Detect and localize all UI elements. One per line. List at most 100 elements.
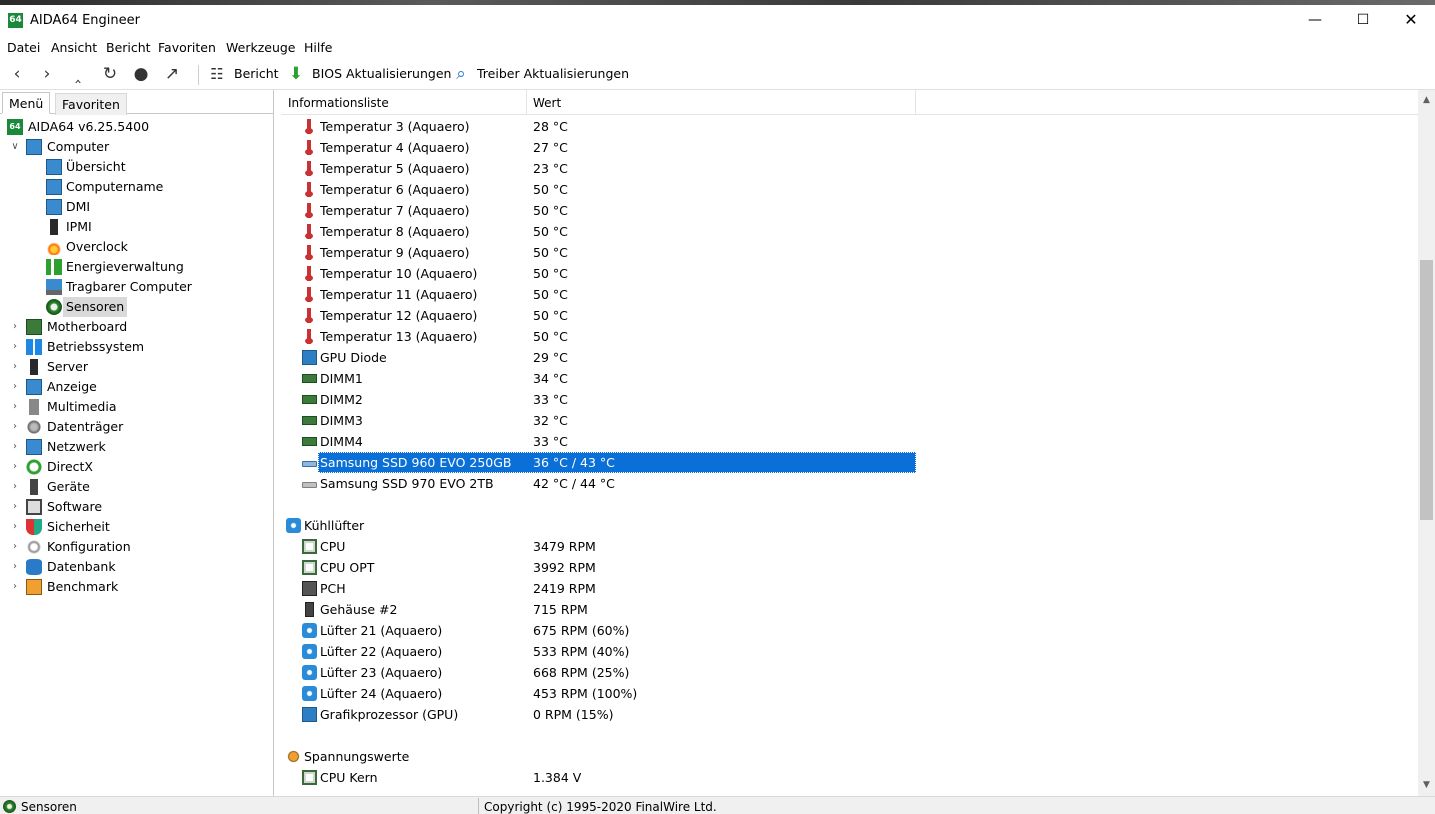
bios-update-button[interactable]: BIOS Aktualisierungen	[312, 66, 451, 81]
list-item[interactable]: Temperatur 9 (Aquaero) 50 °C	[281, 242, 917, 263]
list-item[interactable]: CPU 3479 RPM	[281, 536, 917, 557]
expand-icon[interactable]: ›	[9, 497, 21, 517]
column-header-value[interactable]: Wert	[533, 96, 561, 110]
list-item[interactable]: Temperatur 3 (Aquaero) 28 °C	[281, 116, 917, 137]
column-divider[interactable]	[915, 90, 916, 115]
list-item[interactable]: Temperatur 6 (Aquaero) 50 °C	[281, 179, 917, 200]
list-item[interactable]: DIMM4 33 °C	[281, 431, 917, 452]
tree-item-konfiguration[interactable]: › Konfiguration	[9, 537, 269, 557]
tree-item-benchmark[interactable]: › Benchmark	[9, 577, 269, 597]
tree-item-tragbarer-computer[interactable]: Tragbarer Computer	[46, 277, 266, 297]
menu-werkzeuge[interactable]: Werkzeuge	[226, 40, 296, 55]
download-arrow-icon[interactable]: ⬇	[285, 63, 307, 85]
expand-icon[interactable]: ›	[9, 577, 21, 597]
list-item[interactable]: Temperatur 10 (Aquaero) 50 °C	[281, 263, 917, 284]
expand-icon[interactable]: ›	[9, 477, 21, 497]
up-icon[interactable]: ‸	[67, 63, 89, 85]
menu-hilfe[interactable]: Hilfe	[304, 40, 332, 55]
tree-item-ipmi[interactable]: IPMI	[46, 217, 266, 237]
tree-item-dmi[interactable]: DMI	[46, 197, 266, 217]
menu-bericht[interactable]: Bericht	[106, 40, 151, 55]
list-item[interactable]: DIMM2 33 °C	[281, 389, 917, 410]
list-item[interactable]: Temperatur 12 (Aquaero) 50 °C	[281, 305, 917, 326]
vertical-scrollbar[interactable]: ▲ ▼	[1418, 90, 1435, 796]
driver-update-button[interactable]: Treiber Aktualisierungen	[477, 66, 629, 81]
list-item[interactable]: DIMM3 32 °C	[281, 410, 917, 431]
expand-icon[interactable]: ›	[9, 377, 21, 397]
list-item[interactable]: Lüfter 24 (Aquaero) 453 RPM (100%)	[281, 683, 917, 704]
menu-favoriten[interactable]: Favoriten	[158, 40, 216, 55]
tree-item-multimedia[interactable]: › Multimedia	[9, 397, 269, 417]
scroll-down-icon[interactable]: ▼	[1418, 777, 1435, 794]
tree-item-computer[interactable]: ∨ Computer	[9, 137, 269, 157]
expand-icon[interactable]: ›	[9, 317, 21, 337]
list-item[interactable]: Gehäuse #2 715 RPM	[281, 599, 917, 620]
tree-item-geraete[interactable]: › Geräte	[9, 477, 269, 497]
menu-datei[interactable]: Datei	[7, 40, 40, 55]
group-header-fans[interactable]: Kühllüfter	[281, 515, 917, 536]
maximize-button[interactable]: ☐	[1340, 5, 1386, 35]
back-icon[interactable]: ‹	[6, 63, 28, 85]
tree-item-datenbank[interactable]: › Datenbank	[9, 557, 269, 577]
close-button[interactable]: ✕	[1388, 5, 1434, 35]
column-header-name[interactable]: Informationsliste	[288, 96, 389, 110]
magnifier-icon[interactable]: ⌕	[450, 63, 472, 85]
list-item[interactable]: Lüfter 23 (Aquaero) 668 RPM (25%)	[281, 662, 917, 683]
list-item[interactable]: CPU Kern 1.384 V	[281, 767, 917, 788]
expand-icon[interactable]: ›	[9, 537, 21, 557]
user-icon[interactable]: ●	[130, 63, 152, 85]
list-item[interactable]: PCH 2419 RPM	[281, 578, 917, 599]
expand-icon[interactable]: ›	[9, 337, 21, 357]
list-item-selected[interactable]: Samsung SSD 960 EVO 250GB 36 °C / 43 °C	[281, 452, 917, 473]
group-header-voltages[interactable]: Spannungswerte	[281, 746, 917, 767]
list-item[interactable]: Temperatur 5 (Aquaero) 23 °C	[281, 158, 917, 179]
tree-item-motherboard[interactable]: › Motherboard	[9, 317, 269, 337]
tree-item-betriebssystem[interactable]: › Betriebssystem	[9, 337, 269, 357]
list-item[interactable]: Temperatur 13 (Aquaero) 50 °C	[281, 326, 917, 347]
list-item[interactable]: GPU Diode 29 °C	[281, 347, 917, 368]
list-item[interactable]: Temperatur 7 (Aquaero) 50 °C	[281, 200, 917, 221]
list-item[interactable]: CPU OPT 3992 RPM	[281, 557, 917, 578]
scrollbar-thumb[interactable]	[1420, 260, 1433, 520]
tree-item-server[interactable]: › Server	[9, 357, 269, 377]
tree-item-sensoren[interactable]: Sensoren	[46, 297, 266, 317]
tree-item-sicherheit[interactable]: › Sicherheit	[9, 517, 269, 537]
tab-menu[interactable]: Menü	[2, 92, 51, 114]
report-icon[interactable]: ☷	[206, 63, 228, 85]
tree-item-overclock[interactable]: Overclock	[46, 237, 266, 257]
list-item[interactable]: Temperatur 11 (Aquaero) 50 °C	[281, 284, 917, 305]
chart-icon[interactable]: ↗	[161, 63, 183, 85]
expand-icon[interactable]: ›	[9, 417, 21, 437]
expand-icon[interactable]: ›	[9, 357, 21, 377]
expand-icon[interactable]: ›	[9, 557, 21, 577]
list-item[interactable]: Temperatur 8 (Aquaero) 50 °C	[281, 221, 917, 242]
menu-ansicht[interactable]: Ansicht	[51, 40, 97, 55]
tree-item-uebersicht[interactable]: Übersicht	[46, 157, 266, 177]
tab-favorites[interactable]: Favoriten	[55, 93, 127, 115]
expand-icon[interactable]: ›	[9, 437, 21, 457]
forward-icon[interactable]: ›	[36, 63, 58, 85]
column-divider[interactable]	[526, 90, 527, 115]
tree-root[interactable]: 64 AIDA64 v6.25.5400	[7, 117, 267, 137]
tree-item-computername[interactable]: Computername	[46, 177, 266, 197]
collapse-icon[interactable]: ∨	[9, 137, 21, 157]
tree-item-software[interactable]: › Software	[9, 497, 269, 517]
scroll-up-icon[interactable]: ▲	[1418, 92, 1435, 109]
tree-item-netzwerk[interactable]: › Netzwerk	[9, 437, 269, 457]
list-item[interactable]: Lüfter 22 (Aquaero) 533 RPM (40%)	[281, 641, 917, 662]
minimize-button[interactable]: —	[1292, 5, 1338, 35]
list-item[interactable]: Temperatur 4 (Aquaero) 27 °C	[281, 137, 917, 158]
list-item[interactable]: Grafikprozessor (GPU) 0 RPM (15%)	[281, 704, 917, 725]
expand-icon[interactable]: ›	[9, 457, 21, 477]
tree-item-energieverwaltung[interactable]: Energieverwaltung	[46, 257, 266, 277]
list-item[interactable]: Samsung SSD 970 EVO 2TB 42 °C / 44 °C	[281, 473, 917, 494]
list-item[interactable]: DIMM1 34 °C	[281, 368, 917, 389]
tree-item-anzeige[interactable]: › Anzeige	[9, 377, 269, 397]
report-button[interactable]: Bericht	[234, 66, 279, 81]
tree-item-directx[interactable]: › DirectX	[9, 457, 269, 477]
expand-icon[interactable]: ›	[9, 517, 21, 537]
refresh-icon[interactable]: ↻	[99, 63, 121, 85]
list-item[interactable]: Lüfter 21 (Aquaero) 675 RPM (60%)	[281, 620, 917, 641]
tree-item-datentraeger[interactable]: › Datenträger	[9, 417, 269, 437]
expand-icon[interactable]: ›	[9, 397, 21, 417]
